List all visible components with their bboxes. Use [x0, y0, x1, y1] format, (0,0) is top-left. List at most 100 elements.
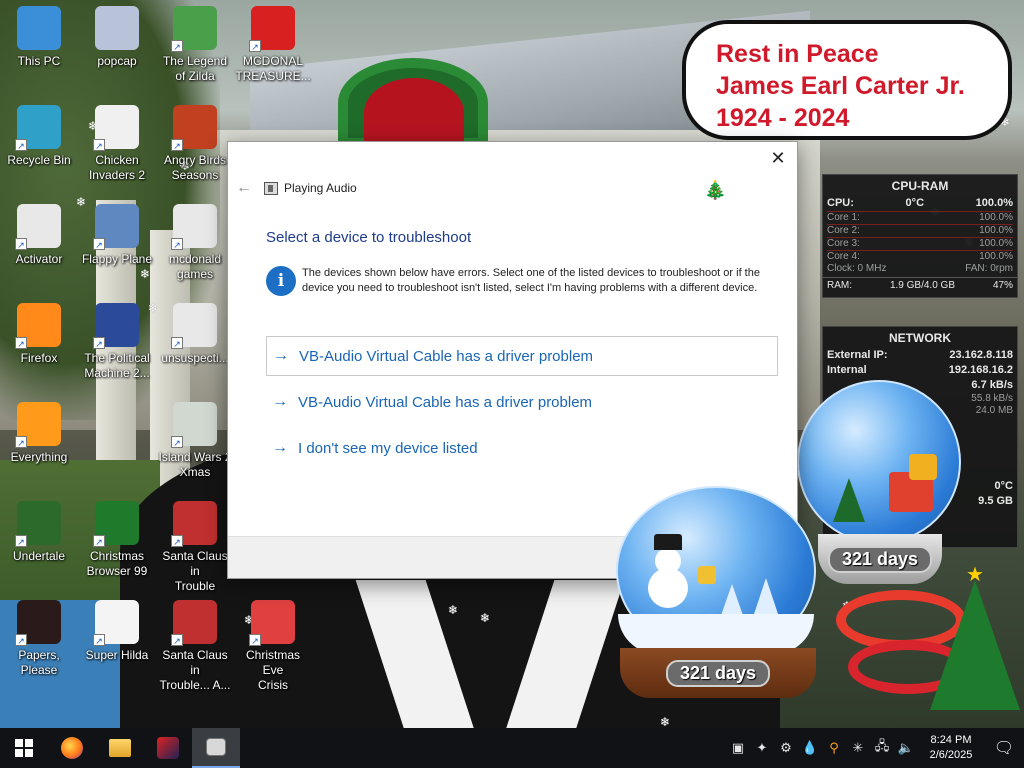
close-button[interactable]: ✕ [767, 148, 789, 170]
taskbar-clock[interactable]: 8:24 PM 2/6/2025 [918, 733, 984, 763]
game-tray-icon[interactable]: ✦ [750, 728, 774, 768]
desktop-icon-label: Christmas Eve Crisis [245, 648, 300, 692]
mcdonald-treasure-icon: ↗ [249, 6, 295, 52]
desktop-icon[interactable]: ↗ Activator [0, 202, 78, 294]
snowflake-tray-icon[interactable]: ✳ [846, 728, 870, 768]
desktop-icon[interactable]: ↗ MCDONAL TREASURE... [234, 4, 312, 96]
desktop-icon[interactable]: ↗ Papers, Please [0, 598, 78, 690]
clock-label: Clock: 0 MHz [827, 263, 887, 274]
external-ip-value: 23.162.8.118 [949, 349, 1013, 361]
snow-globe-front [616, 486, 816, 656]
core-row: Core 2: 100.0% [823, 225, 1017, 237]
snowman-head-decoration [655, 548, 681, 574]
back-arrow-icon[interactable]: ← [236, 179, 254, 197]
fan-label: FAN: 0rpm [965, 263, 1013, 274]
desktop-icon-label: mcdonald games [168, 252, 222, 281]
desktop-icon[interactable]: ↗ Island Wars 2 Xmas [156, 400, 234, 492]
core-row: Core 4: 100.0% [823, 251, 1017, 263]
everything-search-icon: ↗ [15, 402, 61, 448]
snow-globe-back [797, 380, 961, 544]
speaker-app-icon [206, 738, 226, 756]
dialog-header: ← Playing Audio [236, 179, 357, 197]
game-taskbar-button[interactable] [144, 728, 192, 768]
external-ip-row: External IP: 23.162.8.118 [823, 348, 1017, 363]
ram-label: RAM: [827, 280, 852, 291]
desktop-icon-label: MCDONAL TREASURE... [235, 54, 311, 83]
network-tray-icon[interactable]: 🖧 [870, 728, 894, 768]
snow-globe-base-back: 321 days [818, 534, 942, 584]
desktop-icon-label: Recycle Bin [7, 153, 71, 167]
chicken-invaders-icon: ↗ [93, 105, 139, 151]
desktop-icon[interactable]: ↗ The Political Machine 2... [78, 301, 156, 393]
desktop-icon[interactable]: ↗ mcdonald games [156, 202, 234, 294]
water-drop-icon[interactable]: 💧 [798, 728, 822, 768]
desktop-icon[interactable]: This PC [0, 4, 78, 96]
start-button[interactable] [0, 728, 48, 768]
ram-value: 1.9 GB/4.0 GB [889, 280, 956, 291]
shortcut-arrow-icon: ↗ [171, 436, 183, 448]
desktop-icon[interactable]: ↗ Christmas Eve Crisis [234, 598, 312, 692]
core-value: 100.0% [979, 225, 1013, 236]
device-option-2[interactable]: → VB-Audio Virtual Cable has a driver pr… [266, 382, 778, 422]
troubleshooter-taskbar-button[interactable] [192, 728, 240, 768]
christmas-tree-icon [930, 580, 1020, 710]
christmas-browser-icon: ↗ [93, 501, 139, 547]
days-counter-front: 321 days [665, 659, 771, 687]
desktop-icon[interactable]: ↗ Christmas Browser 99 [78, 499, 156, 591]
monitor-tray-icon[interactable]: ▣ [726, 728, 750, 768]
snowman-decoration [648, 568, 688, 608]
desktop-icon[interactable]: ↗ Chicken Invaders 2 [78, 103, 156, 195]
speaker-app-icon [264, 181, 278, 195]
notification-center-icon[interactable]: 🗨 [984, 728, 1024, 768]
days-counter-back: 321 days [827, 545, 933, 573]
desktop-icon[interactable]: ↗ Santa Claus in Trouble... A... [156, 598, 234, 692]
desktop-icon[interactable]: ↗ Flappy Plane [78, 202, 156, 294]
desktop-icon[interactable]: ↗ Firefox [0, 301, 78, 393]
santa-claus-2-icon: ↗ [171, 600, 217, 646]
internal-ip-row: Internal 192.168.16.2 [823, 363, 1017, 378]
desktop-icon-label: Papers, Please [18, 648, 60, 677]
desktop-icon[interactable]: ↗ The Legend of Zilda [156, 4, 234, 96]
download-speed: 55.8 kB/s [971, 393, 1013, 404]
rip-line-3: 1924 - 2024 [716, 104, 850, 132]
file-explorer-taskbar-button[interactable] [96, 728, 144, 768]
firefox-taskbar-button[interactable] [48, 728, 96, 768]
desktop-icon[interactable]: popcap [78, 4, 156, 96]
rip-line-2: James Earl Carter Jr. [716, 72, 965, 100]
internal-ip-label: Internal [827, 364, 867, 376]
desktop-icon[interactable]: ↗ Recycle Bin [0, 103, 78, 195]
core-value: 100.0% [979, 212, 1013, 223]
desktop-icon[interactable]: ↗ Santa Claus in Trouble [156, 499, 234, 593]
core-row: Core 3: 100.0% [823, 238, 1017, 250]
snowflake-icon: ❄ [660, 715, 671, 728]
desktop-icon-label: This PC [17, 54, 61, 68]
ram-row: RAM: 1.9 GB/4.0 GB 47% [823, 277, 1017, 293]
clock-fan-row: Clock: 0 MHz FAN: 0rpm [823, 263, 1017, 275]
desktop-icon[interactable]: ↗ Undertale [0, 499, 78, 591]
arrow-right-icon: → [272, 439, 288, 456]
cpu-temp: 0°C [905, 197, 925, 209]
desktop-icon[interactable]: ↗ Super Hilda [78, 598, 156, 690]
desktop-icon-label: Chicken Invaders 2 [88, 153, 146, 182]
rip-sticky-note: Rest in Peace James Earl Carter Jr. 1924… [682, 20, 1012, 140]
legend-of-zilda-icon: ↗ [171, 6, 217, 52]
device-not-listed-option[interactable]: → I don't see my device listed [266, 428, 778, 468]
network-title: NETWORK [889, 331, 951, 345]
desktop-icon[interactable]: ↗ Everything [0, 400, 78, 492]
volume-icon[interactable]: 🔈 [894, 728, 918, 768]
gear-tray-icon[interactable]: ⚙ [774, 728, 798, 768]
shortcut-arrow-icon: ↗ [93, 634, 105, 646]
desktop-icon[interactable]: ↗ Angry Birds Seasons [156, 103, 234, 195]
shortcut-arrow-icon: ↗ [171, 238, 183, 250]
device-option-1[interactable]: → VB-Audio Virtual Cable has a driver pr… [266, 336, 778, 376]
desktop-icon-label: The Political Machine 2... [84, 351, 150, 380]
snow-globe-base-front: 321 days [620, 648, 816, 698]
windows-logo-icon [15, 739, 33, 757]
total-transfer: 24.0 MB [975, 405, 1013, 416]
search-tray-icon[interactable]: ⚲ [822, 728, 846, 768]
desktop-icon-label: Activator [15, 252, 63, 266]
rip-line-1: Rest in Peace [716, 40, 879, 68]
desktop-icon[interactable]: ↗ unsuspecti... [156, 301, 234, 393]
cpu-ram-gadget[interactable]: CPU-RAM CPU: 0°C 100.0% Core 1: 100.0% C… [822, 174, 1018, 298]
dialog-heading: Select a device to troubleshoot [266, 229, 472, 246]
